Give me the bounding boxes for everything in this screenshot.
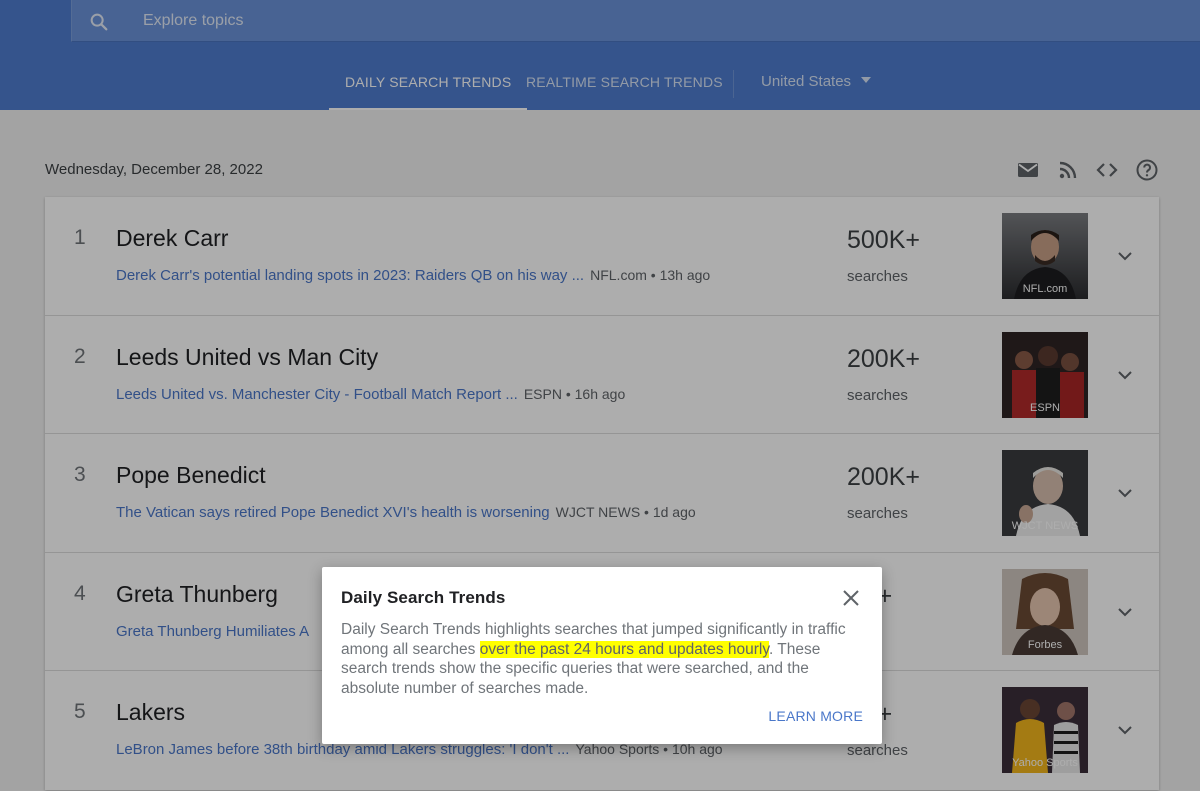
dialog-highlight: over the past 24 hours and updates hourl… <box>479 640 769 658</box>
close-icon[interactable] <box>841 588 861 608</box>
info-dialog: Daily Search Trends Daily Search Trends … <box>322 567 882 744</box>
dialog-title: Daily Search Trends <box>341 588 506 607</box>
learn-more-button[interactable]: LEARN MORE <box>768 708 863 724</box>
dialog-body: Daily Search Trends highlights searches … <box>341 620 871 698</box>
